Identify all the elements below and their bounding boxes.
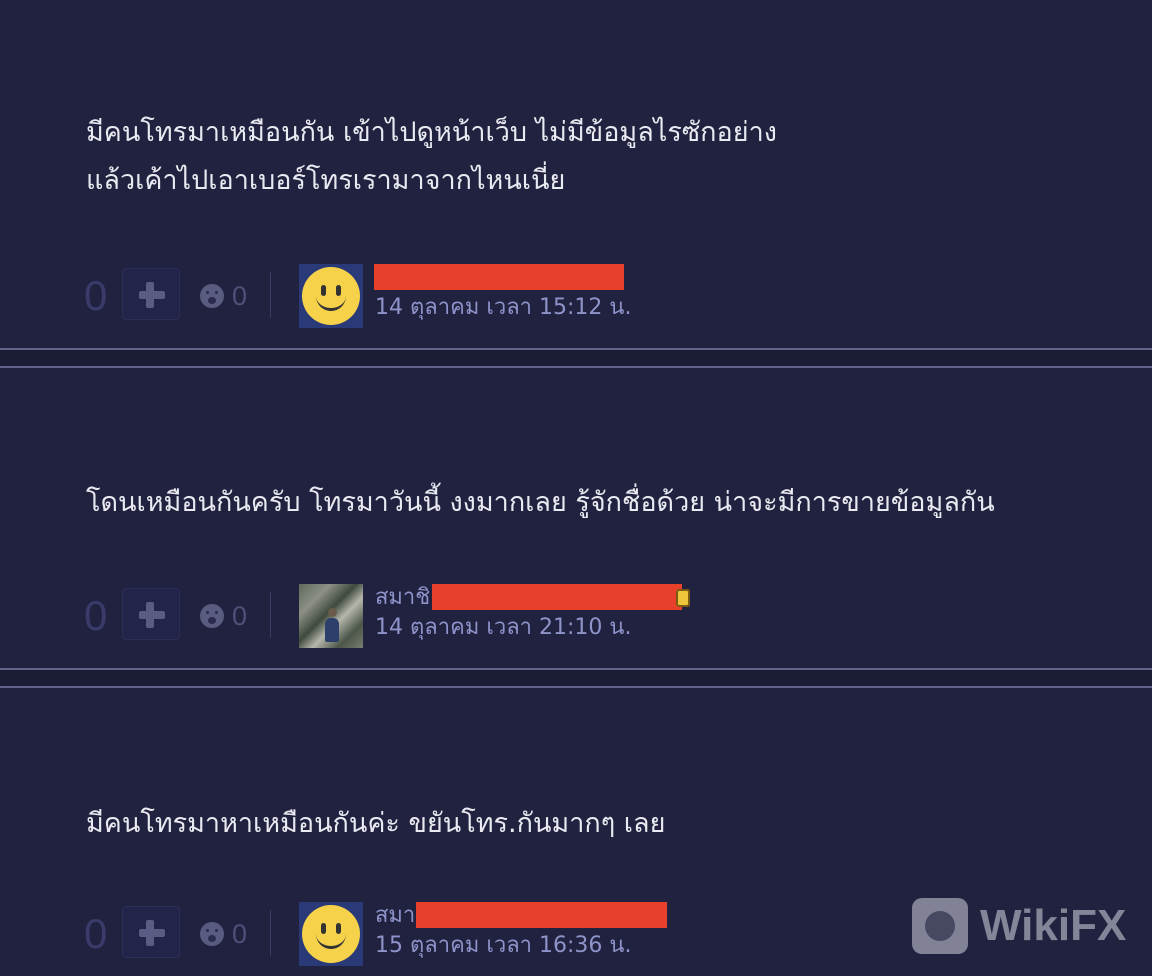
vote-count: 0: [84, 592, 108, 639]
comment-separator: [0, 348, 1152, 368]
plus-vote-button[interactable]: [122, 268, 180, 320]
comment-timestamp: 14 ตุลาคม เวลา 21:10 น.: [375, 615, 632, 640]
author-name[interactable]: สมา: [375, 902, 415, 930]
member-badge-icon: [676, 589, 690, 607]
wikifx-watermark: WikiFX: [912, 896, 1152, 960]
comment-timestamp: 15 ตุลาคม เวลา 16:36 น.: [375, 933, 632, 958]
watermark-text: WikiFX: [980, 901, 1127, 950]
comment-action-bar: 0 0 14 ตุลาคม เวลา 15:12 น.: [84, 264, 1084, 328]
redaction-bar: [432, 584, 682, 610]
smiley-icon: [302, 905, 360, 963]
comment-text: โดนเหมือนกันครับ โทรมาวันนี้ งงมากเลย รู…: [86, 487, 995, 518]
avatar[interactable]: [299, 584, 363, 648]
divider: [270, 910, 271, 956]
comment-separator: [0, 668, 1152, 688]
plus-vote-button[interactable]: [122, 588, 180, 640]
emotion-icon[interactable]: [200, 604, 224, 628]
emotion-icon[interactable]: [200, 922, 224, 946]
emotion-icon[interactable]: [200, 284, 224, 308]
vote-count: 0: [84, 272, 108, 319]
comment-thread-page: มีคนโทรมาเหมือนกัน เข้าไปดูหน้าเว็บ ไม่ม…: [0, 0, 1152, 976]
plus-vote-button[interactable]: [122, 906, 180, 958]
smiley-icon: [302, 267, 360, 325]
author-name[interactable]: สมาชิ: [375, 584, 430, 612]
divider: [270, 592, 271, 638]
comment-text: มีคนโทรมาเหมือนกัน เข้าไปดูหน้าเว็บ ไม่ม…: [86, 117, 777, 196]
wikifx-logo-icon: [912, 898, 968, 954]
emotion-count: 0: [232, 919, 248, 949]
redaction-bar: [374, 264, 624, 290]
divider: [270, 272, 271, 318]
comment-timestamp: 14 ตุลาคม เวลา 15:12 น.: [375, 295, 632, 320]
comment-action-bar: 0 0 สมาชิ 14 ตุลาคม เวลา 21:10 น.: [84, 584, 1084, 648]
vote-count: 0: [84, 910, 108, 957]
redaction-bar: [416, 902, 667, 928]
avatar[interactable]: [299, 264, 363, 328]
avatar[interactable]: [299, 902, 363, 966]
emotion-count: 0: [232, 281, 248, 311]
emotion-count: 0: [232, 601, 248, 631]
comment-text: มีคนโทรมาหาเหมือนกันค่ะ ขยันโทร.กันมากๆ …: [86, 808, 666, 839]
avatar-photo-figure: [325, 608, 339, 642]
